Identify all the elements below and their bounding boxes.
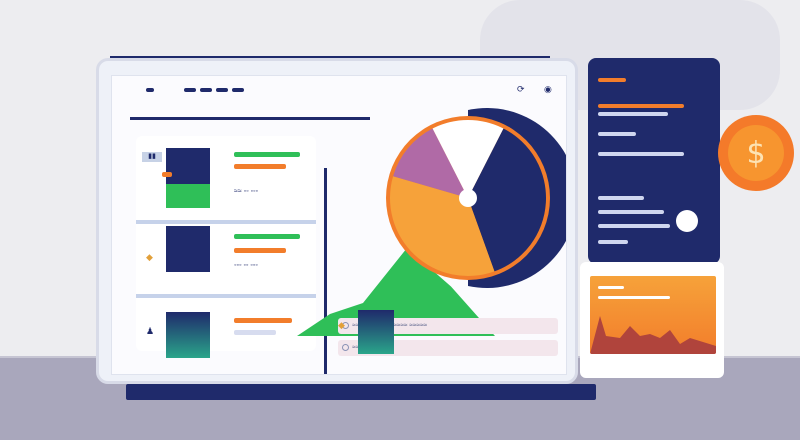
- bottom-thumbnail: [358, 310, 394, 354]
- stat-bar: [598, 78, 626, 82]
- row-accent-bar: [234, 330, 276, 335]
- row-thumbnail: [166, 312, 210, 358]
- record-icon[interactable]: ◉: [544, 84, 552, 95]
- coin-icon: $: [718, 115, 794, 191]
- nav-link[interactable]: [200, 88, 212, 92]
- nav-link[interactable]: [184, 88, 196, 92]
- refresh-icon[interactable]: ⟳: [517, 84, 525, 95]
- stat-bar: [598, 132, 636, 136]
- stat-bar: [598, 224, 670, 228]
- mini-chart: [590, 276, 716, 354]
- row-thumbnail: [166, 226, 210, 272]
- stat-bar: [598, 196, 644, 200]
- data-list-panel: ▮▮ ≈≈ ◦◦ ◦◦◦ ◆ ◦◦◦ ◦◦ ◦◦◦ ♟: [136, 136, 316, 358]
- dollar-sign-icon: $: [728, 125, 784, 181]
- row-accent-bar: [234, 248, 286, 253]
- row-badge: ▮▮: [142, 152, 162, 162]
- user-icon: ♟: [146, 326, 155, 336]
- stat-bar: [598, 152, 684, 156]
- dashboard-screen: ⟳ ◉ ▮▮ ≈≈ ◦◦ ◦◦◦ ◆ ◦◦◦ ◦◦ ◦◦◦ ♟ ≈≈≈≈ ≈≈≈…: [111, 75, 567, 375]
- pie-chart: [386, 108, 566, 288]
- row-accent-bar: [234, 234, 300, 239]
- row-accent-bar: [234, 318, 292, 323]
- page-title-bar: [130, 117, 370, 120]
- pie-center: [459, 189, 477, 207]
- row-accent-bar: [234, 164, 286, 169]
- row-separator: [136, 294, 316, 298]
- monitor-base: [126, 384, 596, 400]
- monitor: ⟳ ◉ ▮▮ ≈≈ ◦◦ ◦◦◦ ◆ ◦◦◦ ◦◦ ◦◦◦ ♟ ≈≈≈≈ ≈≈≈…: [96, 58, 578, 384]
- row-caption: ≈≈ ◦◦ ◦◦◦: [234, 188, 258, 195]
- menu-icon[interactable]: [146, 88, 154, 92]
- toggle-switch[interactable]: [676, 210, 698, 232]
- tag-icon: ◆: [338, 320, 345, 330]
- mini-area-chart: [590, 316, 716, 354]
- tag-icon: ◆: [146, 252, 153, 262]
- nav-link[interactable]: [216, 88, 228, 92]
- list-item[interactable]: ♟: [136, 300, 316, 374]
- list-item[interactable]: ▮▮ ≈≈ ◦◦ ◦◦◦: [136, 136, 316, 224]
- nav-link[interactable]: [232, 88, 244, 92]
- row-caption: ◦◦◦ ◦◦ ◦◦◦: [234, 262, 258, 269]
- stat-bar: [598, 240, 628, 244]
- row-thumbnail: [166, 148, 210, 208]
- row-accent-bar: [234, 152, 300, 157]
- stat-bar: [598, 104, 684, 108]
- stat-bar: [598, 112, 668, 116]
- stat-bar: [598, 210, 664, 214]
- row-accent-bar: [162, 172, 172, 177]
- side-stats-panel: [588, 58, 720, 264]
- list-item[interactable]: ◆ ◦◦◦ ◦◦ ◦◦◦: [136, 224, 316, 304]
- side-chart-card: [580, 262, 724, 378]
- status-dot: [342, 344, 349, 351]
